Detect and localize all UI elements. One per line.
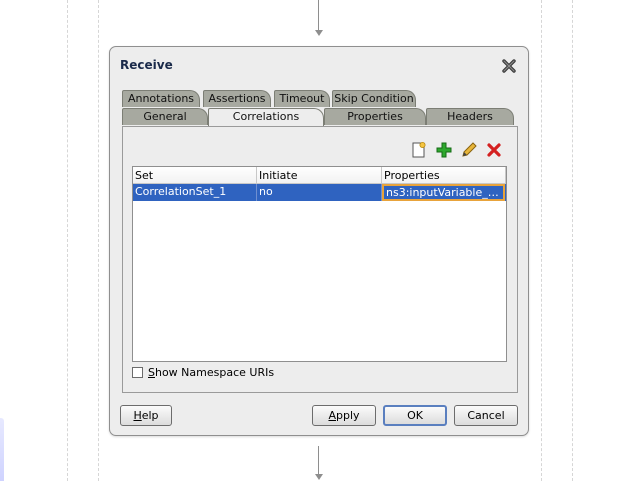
tab-correlations[interactable]: Correlations — [208, 108, 324, 126]
tab-headers[interactable]: Headers — [426, 108, 514, 125]
canvas-side-element — [0, 418, 4, 481]
cancel-button[interactable]: Cancel — [454, 405, 518, 426]
tab-label: Skip Condition — [334, 92, 414, 105]
cell-set[interactable]: CorrelationSet_1 — [133, 184, 257, 201]
delete-icon[interactable] — [485, 141, 503, 159]
tab-general[interactable]: General — [122, 108, 208, 125]
column-header-set[interactable]: Set — [133, 167, 257, 184]
edit-pencil-icon[interactable] — [460, 141, 478, 159]
dialog-title: Receive — [120, 58, 173, 72]
canvas-guide-inner-left — [98, 0, 99, 481]
tab-label: Annotations — [127, 92, 195, 105]
receive-dialog: Receive Annotations Assertions Timeout S… — [109, 46, 529, 436]
help-button[interactable]: Help — [120, 405, 172, 426]
tab-label: Timeout — [279, 92, 325, 105]
canvas-guide-right — [572, 0, 573, 481]
tab-label: Assertions — [208, 92, 266, 105]
column-header-properties[interactable]: Properties — [382, 167, 506, 184]
arrow-down-icon — [315, 474, 323, 480]
cell-initiate[interactable]: no — [257, 184, 382, 201]
canvas-guide-inner-right — [541, 0, 542, 481]
ok-button[interactable]: OK — [383, 405, 447, 426]
apply-button[interactable]: Apply — [312, 405, 376, 426]
tab-skip-condition[interactable]: Skip Condition — [332, 90, 416, 107]
tab-label: Correlations — [232, 110, 300, 123]
cell-properties[interactable]: ns3:inputVariable_payl... — [382, 184, 505, 201]
add-icon[interactable] — [435, 141, 453, 159]
table-row[interactable]: CorrelationSet_1 no ns3:inputVariable_pa… — [133, 184, 506, 201]
column-header-initiate[interactable]: Initiate — [257, 167, 382, 184]
tab-assertions[interactable]: Assertions — [203, 90, 271, 107]
table-header: Set Initiate Properties — [133, 167, 506, 184]
close-icon[interactable] — [499, 56, 519, 76]
canvas-guide-left — [67, 0, 68, 481]
correlations-table[interactable]: Set Initiate Properties CorrelationSet_1… — [132, 166, 507, 362]
tab-properties[interactable]: Properties — [324, 108, 426, 125]
tab-label: Properties — [347, 110, 403, 123]
tab-timeout[interactable]: Timeout — [274, 90, 330, 107]
arrow-down-icon — [315, 30, 323, 36]
checkbox-box[interactable] — [132, 367, 143, 378]
checkbox-label: Show Namespace URIs — [148, 366, 275, 379]
new-document-icon[interactable] — [410, 141, 428, 159]
tab-label: General — [143, 110, 187, 123]
tab-label: Headers — [447, 110, 493, 123]
tab-annotations[interactable]: Annotations — [122, 90, 200, 107]
